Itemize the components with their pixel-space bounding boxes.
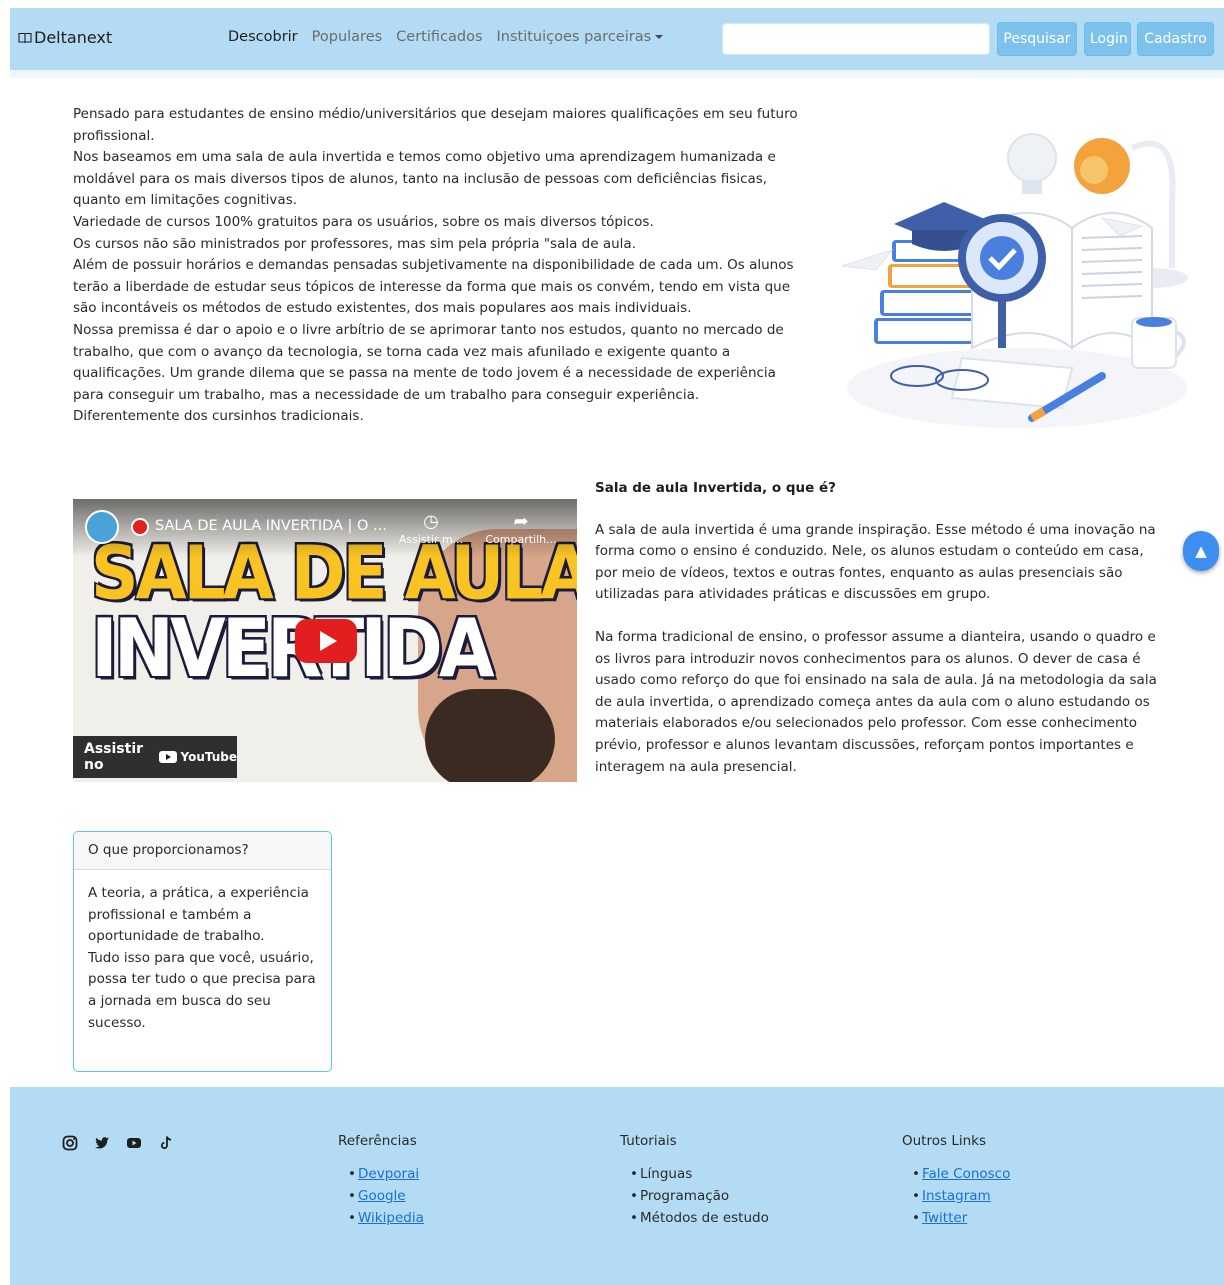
footer-references: Referências Devporai Google Wikipedia [338, 1133, 424, 1229]
video-embed[interactable]: SALA DE AULA INVERTIDA SALA DE AULA INVE… [73, 499, 577, 782]
brand-link[interactable]: Deltanext [18, 28, 112, 47]
footer-link-instagram[interactable]: Instagram [922, 1188, 991, 1204]
footer-link-list: Fale Conosco Instagram Twitter [902, 1163, 1010, 1229]
footer-other-links: Outros Links Fale Conosco Instagram Twit… [902, 1133, 1010, 1229]
play-icon [319, 631, 337, 651]
footer-link-wikipedia[interactable]: Wikipedia [358, 1210, 424, 1226]
book-icon [18, 32, 32, 43]
login-button[interactable]: Login [1084, 22, 1131, 56]
instagram-icon[interactable] [62, 1135, 78, 1151]
section-heading: Sala de aula Invertida, o que é? [595, 480, 836, 496]
scroll-to-top-button[interactable]: ▲ [1183, 531, 1219, 571]
intro-paragraph: Pensado para estudantes de ensino médio/… [73, 106, 798, 144]
footer-column-title: Outros Links [902, 1133, 986, 1149]
watch-later-label: Assistir m... [398, 533, 464, 546]
footer-link-twitter[interactable]: Twitter [922, 1210, 967, 1226]
youtube-logo: YouTube [159, 750, 237, 764]
footer-column-title: Tutoriais [620, 1133, 677, 1149]
list-item: Programação [630, 1185, 769, 1207]
twitter-icon[interactable] [94, 1135, 110, 1151]
section-paragraph: A sala de aula invertida é uma grande in… [595, 521, 1156, 603]
video-title[interactable]: SALA DE AULA INVERTIDA | O ... [155, 518, 387, 534]
tiktok-icon[interactable] [158, 1135, 174, 1151]
intro-paragraph: Os cursos não são ministrados por profes… [73, 235, 636, 252]
section-paragraph: Na forma tradicional de ensino, o profes… [595, 628, 1157, 775]
video-thumbnail-title-line2: INVERTIDA [91, 600, 495, 695]
footer-tutorials: Tutoriais Línguas Programação Métodos de… [620, 1133, 769, 1229]
list-item: Twitter [912, 1207, 1010, 1229]
play-button[interactable] [295, 619, 357, 663]
video-thumbnail-hair [425, 689, 555, 782]
footer-list: Línguas Programação Métodos de estudo [620, 1163, 769, 1229]
card-header: O que proporcionamos? [74, 832, 331, 870]
clock-icon: ◷ [423, 511, 439, 532]
arrow-up-icon: ▲ [1195, 542, 1207, 560]
social-icons [62, 1135, 174, 1151]
list-item: Google [348, 1185, 424, 1207]
nav-link-certificados[interactable]: Certificados [396, 29, 482, 45]
list-item: Instagram [912, 1185, 1010, 1207]
card-text: Tudo isso para que você, usuário, possa … [88, 949, 316, 1031]
watch-later-button[interactable]: ◷ Assistir m... [391, 511, 471, 546]
channel-avatar[interactable] [85, 510, 119, 544]
list-item: Wikipedia [348, 1207, 424, 1229]
share-icon: ➦ [513, 511, 529, 532]
footer-column-title: Referências [338, 1133, 417, 1149]
offer-card: O que proporcionamos? A teoria, a prátic… [73, 831, 332, 1072]
nav-dropdown-label: Instituiçoes parceiras [496, 29, 652, 45]
nav-dropdown-instituicoes[interactable]: Instituiçoes parceiras [497, 29, 664, 45]
footer-link-devporai[interactable]: Devporai [358, 1166, 419, 1182]
caret-down-icon [655, 35, 664, 39]
youtube-logo-text: YouTube [180, 750, 237, 764]
nav-links: Descobrir Populares Certificados Institu… [228, 29, 664, 45]
footer-link-contact[interactable]: Fale Conosco [922, 1166, 1010, 1182]
footer-link-list: Devporai Google Wikipedia [338, 1163, 424, 1229]
intro-paragraph: Além de possuir horários e demandas pens… [73, 257, 794, 317]
list-item: Fale Conosco [912, 1163, 1010, 1185]
signup-button[interactable]: Cadastro [1137, 22, 1214, 56]
card-body: A teoria, a prática, a experiência profi… [74, 870, 331, 1047]
card-text: A teoria, a prática, a experiência profi… [88, 885, 309, 945]
search-button[interactable]: Pesquisar [997, 22, 1077, 56]
nav-link-descobrir[interactable]: Descobrir [228, 29, 298, 45]
flipped-classroom-section: Sala de aula Invertida, o que é? A sala … [595, 478, 1165, 799]
youtube-icon[interactable] [126, 1135, 142, 1151]
share-label: Compartilh... [485, 533, 557, 546]
list-item: Devporai [348, 1163, 424, 1185]
search-input[interactable] [722, 23, 990, 55]
list-item: Métodos de estudo [630, 1207, 769, 1229]
share-button[interactable]: ➦ Compartilh... [481, 511, 561, 546]
navbar-shadow [10, 70, 1224, 78]
watch-on-label: Assistir no [84, 741, 144, 773]
education-illustration [841, 133, 1188, 428]
intro-paragraph: Nos baseamos em uma sala de aula inverti… [73, 149, 776, 209]
nav-link-populares[interactable]: Populares [312, 29, 383, 45]
brand-name: Deltanext [34, 28, 113, 47]
footer-link-google[interactable]: Google [358, 1188, 406, 1204]
watch-on-youtube-button[interactable]: Assistir no YouTube [73, 736, 237, 778]
intro-text: Pensado para estudantes de ensino médio/… [73, 104, 801, 428]
footer: Referências Devporai Google Wikipedia Tu… [10, 1087, 1224, 1285]
list-item: Línguas [630, 1163, 769, 1185]
intro-paragraph: Nossa premissa é dar o apoio e o livre a… [73, 321, 784, 425]
navbar: Deltanext Descobrir Populares Certificad… [10, 8, 1224, 70]
record-icon [131, 518, 149, 536]
youtube-icon [159, 751, 178, 763]
intro-paragraph: Variedade de cursos 100% gratuitos para … [73, 213, 654, 230]
